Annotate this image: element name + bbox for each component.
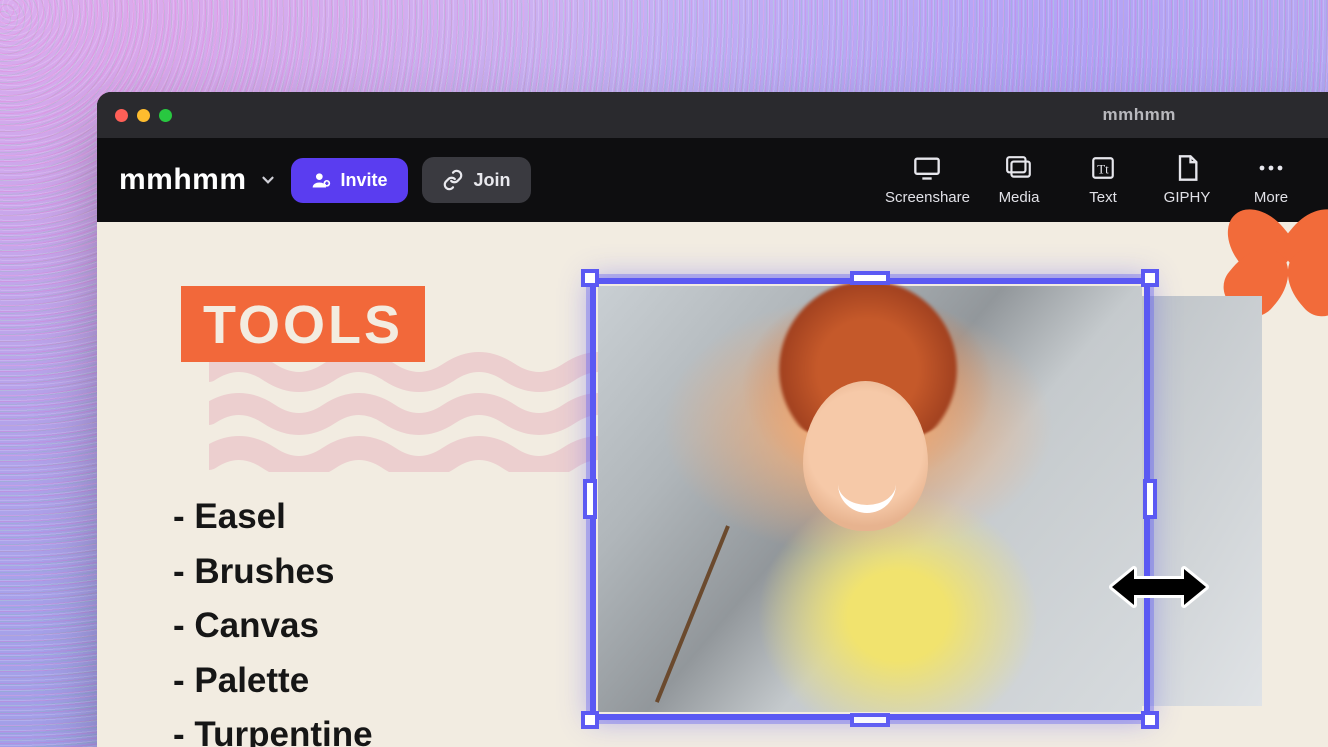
toolbar-giphy-label: GIPHY	[1164, 189, 1211, 206]
app-brand[interactable]: mmhmm	[119, 163, 277, 197]
app-window: mmhmm mmhmm Invite Join Screensh	[97, 92, 1328, 747]
join-button-label: Join	[474, 170, 511, 191]
traffic-lights	[115, 109, 172, 122]
more-horizontal-icon	[1257, 155, 1285, 181]
file-icon	[1175, 155, 1199, 181]
toolbar-screenshare[interactable]: Screenshare	[885, 155, 970, 206]
close-window-button[interactable]	[115, 109, 128, 122]
resize-handle-top-left[interactable]	[581, 269, 599, 287]
app-brand-label: mmhmm	[119, 163, 247, 197]
toolbar-screenshare-label: Screenshare	[885, 189, 970, 206]
media-image	[1142, 296, 1262, 706]
list-item: Easel	[173, 490, 373, 545]
list-item: Brushes	[173, 545, 373, 600]
toolbar-media[interactable]: Media	[984, 155, 1054, 206]
resize-handle-top-right[interactable]	[1141, 269, 1159, 287]
invite-button-label: Invite	[341, 170, 388, 191]
window-titlebar[interactable]: mmhmm	[97, 92, 1328, 138]
toolbar-text-label: Text	[1089, 189, 1117, 206]
link-icon	[442, 169, 464, 191]
toolbar-media-label: Media	[999, 189, 1040, 206]
zoom-window-button[interactable]	[159, 109, 172, 122]
main-toolbar: mmhmm Invite Join Screenshare	[97, 138, 1328, 222]
monitor-icon	[913, 155, 941, 181]
resize-handle-bottom-right[interactable]	[1141, 711, 1159, 729]
resize-handle-left[interactable]	[583, 479, 597, 519]
slide-canvas[interactable]: TOOLS Easel Brushes Canvas Palette Turpe…	[97, 222, 1328, 747]
media-image[interactable]	[598, 286, 1142, 712]
invite-button[interactable]: Invite	[291, 158, 408, 203]
minimize-window-button[interactable]	[137, 109, 150, 122]
resize-handle-right[interactable]	[1143, 479, 1157, 519]
resize-handle-bottom[interactable]	[850, 713, 890, 727]
images-icon	[1005, 155, 1033, 181]
brand-menu-chevron-icon[interactable]	[259, 163, 277, 197]
toolbar-text[interactable]: Tt Text	[1068, 155, 1138, 206]
resize-handle-top[interactable]	[850, 271, 890, 285]
slide-heading: TOOLS	[181, 286, 425, 362]
text-icon: Tt	[1090, 155, 1116, 181]
list-item: Turpentine	[173, 708, 373, 747]
window-title: mmhmm	[1103, 105, 1176, 125]
list-item: Canvas	[173, 599, 373, 654]
add-person-icon	[311, 170, 331, 190]
toolbar-giphy[interactable]: GIPHY	[1152, 155, 1222, 206]
join-button[interactable]: Join	[422, 157, 531, 203]
selected-media-frame[interactable]	[590, 278, 1150, 720]
resize-handle-bottom-left[interactable]	[581, 711, 599, 729]
svg-text:Tt: Tt	[1097, 161, 1109, 176]
list-item: Palette	[173, 654, 373, 709]
slide-bullet-list: Easel Brushes Canvas Palette Turpentine	[173, 490, 373, 747]
